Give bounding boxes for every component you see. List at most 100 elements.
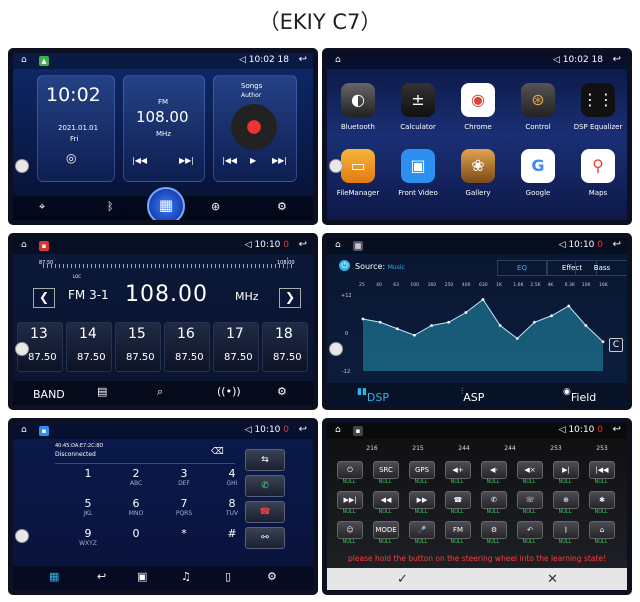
key-7[interactable]: 7 PQRS bbox=[159, 497, 209, 517]
floating-button[interactable] bbox=[15, 529, 29, 543]
eq-point[interactable] bbox=[481, 298, 485, 301]
steering-key[interactable]: ▶▶ bbox=[409, 491, 435, 509]
steering-key[interactable]: ⏻ bbox=[337, 461, 363, 479]
floating-button[interactable] bbox=[15, 342, 29, 356]
eq-point[interactable] bbox=[515, 337, 519, 340]
source-selector[interactable]: Source: Music bbox=[355, 262, 405, 271]
steering-key[interactable]: ☏ bbox=[517, 491, 543, 509]
antenna-icon[interactable]: ((•)) bbox=[217, 385, 241, 398]
steering-key[interactable]: ◀+ bbox=[445, 461, 471, 479]
steering-key[interactable]: ᛒ bbox=[553, 521, 579, 539]
call-button[interactable]: ✆ bbox=[245, 475, 285, 497]
next-icon[interactable]: ▶▶| bbox=[179, 156, 194, 165]
music-prev-icon[interactable]: |◀◀ bbox=[222, 156, 237, 165]
contacts-icon[interactable]: ▣ bbox=[137, 570, 147, 583]
home-icon[interactable]: ⌂ bbox=[335, 425, 341, 435]
bluetooth-icon[interactable]: ᛒ bbox=[107, 200, 114, 213]
calculator-app-icon[interactable]: ± bbox=[401, 83, 435, 117]
preset-15[interactable]: 15 87.50 bbox=[115, 322, 161, 372]
key-2[interactable]: 2 ABC bbox=[111, 467, 161, 487]
eq-point[interactable] bbox=[498, 324, 502, 327]
home-icon[interactable]: ⌂ bbox=[21, 425, 27, 435]
steering-key[interactable]: MODE bbox=[373, 521, 399, 539]
control-app-icon[interactable]: ⊛ bbox=[521, 83, 555, 117]
eq-chart[interactable]: 25 40 63 100 160 250 400 630 1K 1.6K 2.5K 4K 6.3K 10K… bbox=[327, 278, 627, 388]
steering-key[interactable]: |◀◀ bbox=[589, 461, 615, 479]
power-icon[interactable]: ⏻ bbox=[339, 260, 350, 271]
key-5[interactable]: 5 JKL bbox=[63, 497, 113, 517]
home-icon[interactable]: ⌂ bbox=[21, 240, 27, 250]
settings-icon[interactable]: ⚙ bbox=[277, 385, 287, 398]
clock-widget[interactable]: 10:02 2021.01.01 Fri ◎ bbox=[37, 75, 115, 182]
seek-next-button[interactable]: ❯ bbox=[279, 288, 301, 308]
hangup-button[interactable]: ☎ bbox=[245, 501, 285, 523]
eq-point[interactable] bbox=[395, 327, 399, 331]
floating-button[interactable] bbox=[329, 342, 343, 356]
music-play-icon[interactable]: ▶ bbox=[250, 156, 256, 165]
home-icon[interactable]: ⌂ bbox=[335, 55, 341, 65]
back-icon[interactable]: ↩ bbox=[299, 54, 307, 65]
camera-icon[interactable]: ◎ bbox=[66, 151, 76, 165]
steering-key[interactable]: ▶| bbox=[553, 461, 579, 479]
key-9[interactable]: 9 WXYZ bbox=[63, 527, 113, 547]
eq-point[interactable] bbox=[430, 324, 433, 327]
filemanager-app-icon[interactable]: ▭ bbox=[341, 149, 375, 183]
call-log-icon[interactable]: ↩ bbox=[97, 570, 106, 583]
music-next-icon[interactable]: ▶▶| bbox=[272, 156, 287, 165]
device-icon[interactable]: ▯ bbox=[225, 570, 231, 583]
steering-key[interactable]: ◀◀ bbox=[373, 491, 399, 509]
tab-eq[interactable]: EQ bbox=[497, 260, 547, 276]
seek-prev-button[interactable]: ❮ bbox=[33, 288, 55, 308]
maps-app-icon[interactable]: ⚲ bbox=[581, 149, 615, 183]
settings-icon[interactable]: ⚙ bbox=[277, 200, 287, 213]
search-icon[interactable]: ⌕ bbox=[157, 385, 163, 399]
eq-point[interactable] bbox=[584, 324, 588, 327]
radio-widget[interactable]: FM 108.00 MHz |◀◀ ▶▶| bbox=[123, 75, 205, 182]
floating-button[interactable] bbox=[15, 159, 29, 173]
tab-bass[interactable]: Bass bbox=[575, 260, 627, 276]
home-icon[interactable]: ⌂ bbox=[21, 55, 27, 65]
key-0[interactable]: 0 bbox=[111, 527, 161, 540]
tab-dsp[interactable]: ▮▮ DSP bbox=[357, 387, 389, 404]
steering-key[interactable]: GPS bbox=[409, 461, 435, 479]
eq-point[interactable] bbox=[464, 311, 468, 314]
link-button[interactable]: ⚯ bbox=[245, 527, 285, 549]
steering-key[interactable]: 🎤 bbox=[409, 521, 435, 539]
eq-point[interactable] bbox=[447, 320, 451, 324]
front-video-app-icon[interactable]: ▣ bbox=[401, 149, 435, 183]
preset-14[interactable]: 14 87.50 bbox=[66, 322, 112, 372]
eq-point[interactable] bbox=[567, 304, 571, 308]
gallery-app-icon[interactable]: ❀ bbox=[461, 149, 495, 183]
phone-transfer-button[interactable]: ⇆ bbox=[245, 449, 285, 471]
eq-point[interactable] bbox=[413, 333, 416, 337]
bluetooth-app-icon[interactable]: ◐ bbox=[341, 83, 375, 117]
steering-key[interactable]: ✆ bbox=[481, 491, 507, 509]
backspace-icon[interactable]: ⌫ bbox=[211, 447, 224, 457]
steering-key[interactable]: ⊕ bbox=[553, 491, 579, 509]
eq-point[interactable] bbox=[601, 340, 605, 344]
back-icon[interactable]: ↩ bbox=[299, 424, 307, 435]
back-icon[interactable]: ↩ bbox=[613, 424, 621, 435]
key-1[interactable]: 1 bbox=[63, 467, 113, 480]
list-icon[interactable]: ▤ bbox=[97, 385, 107, 398]
back-icon[interactable]: ↩ bbox=[613, 54, 621, 65]
eq-point[interactable] bbox=[378, 320, 382, 324]
chrome-app-icon[interactable]: ◉ bbox=[461, 83, 495, 117]
home-icon[interactable]: ⌂ bbox=[335, 240, 341, 250]
dsp-app-icon[interactable]: ⋮⋮ bbox=[581, 83, 615, 117]
floating-button[interactable] bbox=[329, 159, 343, 173]
steering-key[interactable]: ◀× bbox=[517, 461, 543, 479]
steering-key[interactable]: FM bbox=[445, 521, 471, 539]
steering-key[interactable]: ☺ bbox=[337, 521, 363, 539]
steering-key[interactable]: ✱ bbox=[589, 491, 615, 509]
apps-icon[interactable]: ▦ bbox=[147, 187, 185, 220]
steering-key[interactable]: ▶▶| bbox=[337, 491, 363, 509]
back-icon[interactable]: ↩ bbox=[299, 239, 307, 250]
dialpad-icon[interactable]: ▦ bbox=[49, 570, 59, 583]
music-icon[interactable]: ♫ bbox=[181, 570, 191, 583]
key-3[interactable]: 3 DEF bbox=[159, 467, 209, 487]
key-6[interactable]: 6 MNO bbox=[111, 497, 161, 517]
eq-point[interactable] bbox=[533, 320, 536, 324]
tuning-scale[interactable] bbox=[43, 264, 293, 268]
preset-17[interactable]: 17 87.50 bbox=[213, 322, 259, 372]
